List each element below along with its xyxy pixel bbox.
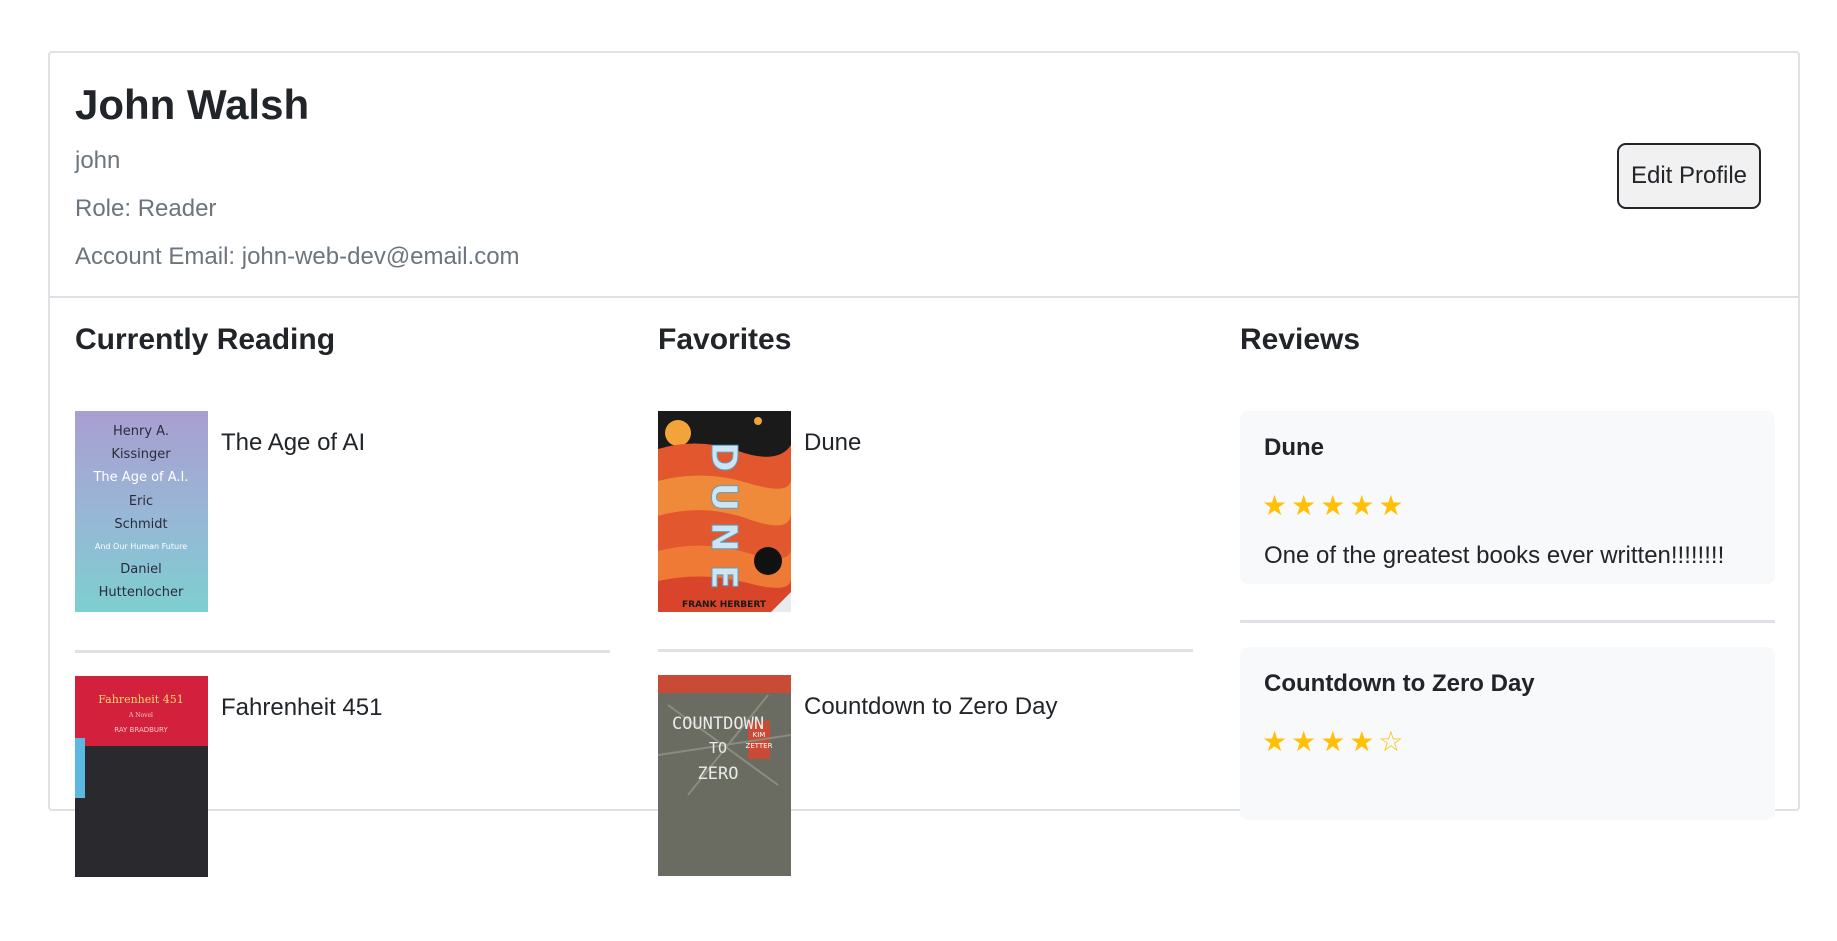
star-rating: ★★★★★: [1262, 490, 1408, 521]
cover-text: Fahrenheit 451: [98, 693, 183, 706]
book-item[interactable]: COUNTDOWN TO ZERO KIM ZETTER Countdown t…: [658, 675, 1193, 940]
cover-text: A Novel: [128, 712, 153, 719]
review-book-title: Dune: [1264, 434, 1324, 461]
cover-text: ZETTER: [746, 742, 773, 750]
reviews-title: Reviews: [1240, 323, 1361, 356]
star-rating: ★★★★☆: [1262, 726, 1408, 757]
cover-text: Kissinger: [111, 447, 171, 462]
cover-text: RAY BRADBURY: [114, 726, 168, 734]
book-cover[interactable]: COUNTDOWN TO ZERO KIM ZETTER: [658, 675, 791, 876]
book-title[interactable]: Fahrenheit 451: [221, 694, 382, 722]
cover-letter-n: N: [703, 522, 744, 552]
profile-role: Role: Reader: [75, 195, 217, 222]
book-item[interactable]: D U N E FRANK HERBERT Dune: [658, 411, 1193, 676]
divider: [75, 650, 610, 653]
review-card[interactable]: Countdown to Zero Day ★★★★☆: [1240, 647, 1775, 820]
cover-text: The Age of A.I.: [92, 470, 188, 485]
book-title[interactable]: Dune: [804, 429, 861, 457]
divider: [658, 649, 1193, 652]
profile-username: john: [75, 147, 121, 174]
cover-text: COUNTDOWN: [672, 714, 764, 734]
reviews-section: Reviews Dune ★★★★★ One of the greatest b…: [1240, 323, 1775, 820]
favorites-section: Favorites D U N E FRANK HERBERT Dune COU…: [658, 323, 1193, 876]
currently-reading-section: Currently Reading Henry A. Kissinger The…: [75, 323, 610, 877]
profile-name: John Walsh: [75, 81, 310, 128]
review-book-title: Countdown to Zero Day: [1264, 670, 1535, 697]
cover-text: Henry A.: [113, 424, 169, 439]
favorites-title: Favorites: [658, 323, 792, 356]
book-item[interactable]: Henry A. Kissinger The Age of A.I. Eric …: [75, 411, 610, 676]
cover-text: Schmidt: [114, 517, 167, 532]
cover-text: And Our Human Future: [95, 542, 187, 551]
profile-card: John Walsh john Role: Reader Account Ema…: [48, 51, 1800, 877]
cover-text: ZERO: [698, 764, 739, 784]
review-card[interactable]: Dune ★★★★★ One of the greatest books eve…: [1240, 411, 1775, 584]
cover-text: Daniel: [120, 562, 161, 577]
currently-reading-title: Currently Reading: [75, 323, 336, 356]
cover-text: KIM: [753, 731, 766, 739]
book-title[interactable]: Countdown to Zero Day: [804, 693, 1057, 721]
profile-header: John Walsh john Role: Reader Account Ema…: [50, 53, 1798, 298]
book-cover[interactable]: D U N E FRANK HERBERT: [658, 411, 791, 612]
cover-letter-d: D: [703, 442, 744, 472]
profile-email: Account Email: john-web-dev@email.com: [75, 243, 520, 270]
review-text: One of the greatest books ever written!!…: [1264, 542, 1725, 569]
cover-text: Eric: [129, 494, 153, 509]
divider: [1240, 620, 1775, 623]
cover-text: TO: [709, 739, 727, 757]
book-item[interactable]: Fahrenheit 451 A Novel RAY BRADBURY Fahr…: [75, 676, 610, 941]
cover-text: Huttenlocher: [99, 585, 184, 600]
cover-text: FRANK HERBERT: [682, 600, 767, 610]
book-cover[interactable]: Henry A. Kissinger The Age of A.I. Eric …: [75, 411, 208, 612]
cover-letter-e: E: [703, 565, 744, 590]
edit-profile-button[interactable]: Edit Profile: [1617, 143, 1761, 209]
cover-letter-u: U: [703, 482, 744, 511]
book-cover[interactable]: Fahrenheit 451 A Novel RAY BRADBURY: [75, 676, 208, 877]
book-title[interactable]: The Age of AI: [221, 429, 365, 457]
